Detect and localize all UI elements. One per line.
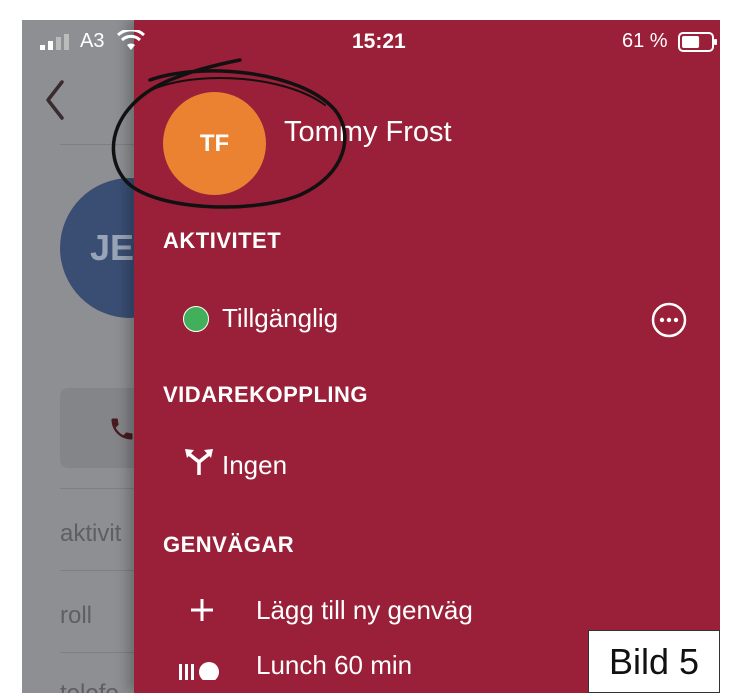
more-options-icon[interactable]: [650, 301, 688, 339]
plus-icon[interactable]: [190, 598, 214, 622]
wifi-icon: [117, 30, 145, 50]
status-available-icon: [183, 306, 209, 332]
background-row-label: aktivit: [60, 520, 122, 547]
image-caption-label: Bild 5: [588, 630, 720, 693]
battery-percentage: 61 %: [622, 30, 668, 52]
background-row-label: telefo: [60, 680, 119, 693]
contact-avatar-initials: JE: [90, 227, 135, 268]
phone-icon: [111, 418, 133, 440]
user-avatar[interactable]: TF: [163, 92, 266, 195]
user-initials: TF: [199, 129, 230, 157]
carrier-name: A3: [80, 30, 105, 52]
clock: 15:21: [352, 30, 406, 53]
side-drawer: TF Tommy Frost AKTIVITET Tillgänglig VID…: [134, 20, 720, 693]
back-chevron-icon[interactable]: [44, 78, 66, 122]
shortcut-toggle-icon: [179, 662, 219, 680]
section-header-forwarding: VIDAREKOPPLING: [163, 382, 369, 407]
signal-strength-icon: [40, 34, 69, 50]
phone-screen: JE aktivit roll telefo A3 15:21 61 %: [22, 20, 720, 693]
section-header-activity: AKTIVITET: [163, 228, 282, 253]
section-header-shortcuts: GENVÄGAR: [163, 532, 295, 557]
add-shortcut-button[interactable]: Lägg till ny genväg: [256, 595, 473, 626]
status-bar: A3 15:21 61 %: [22, 20, 720, 68]
user-name[interactable]: Tommy Frost: [284, 116, 452, 149]
battery-icon: [678, 32, 717, 52]
shortcut-item-lunch[interactable]: Lunch 60 min: [256, 650, 412, 681]
activity-status[interactable]: Tillgänglig: [222, 303, 338, 334]
call-forwarding-icon: [185, 449, 213, 475]
forwarding-value[interactable]: Ingen: [222, 450, 287, 481]
background-row-label: roll: [60, 602, 93, 629]
